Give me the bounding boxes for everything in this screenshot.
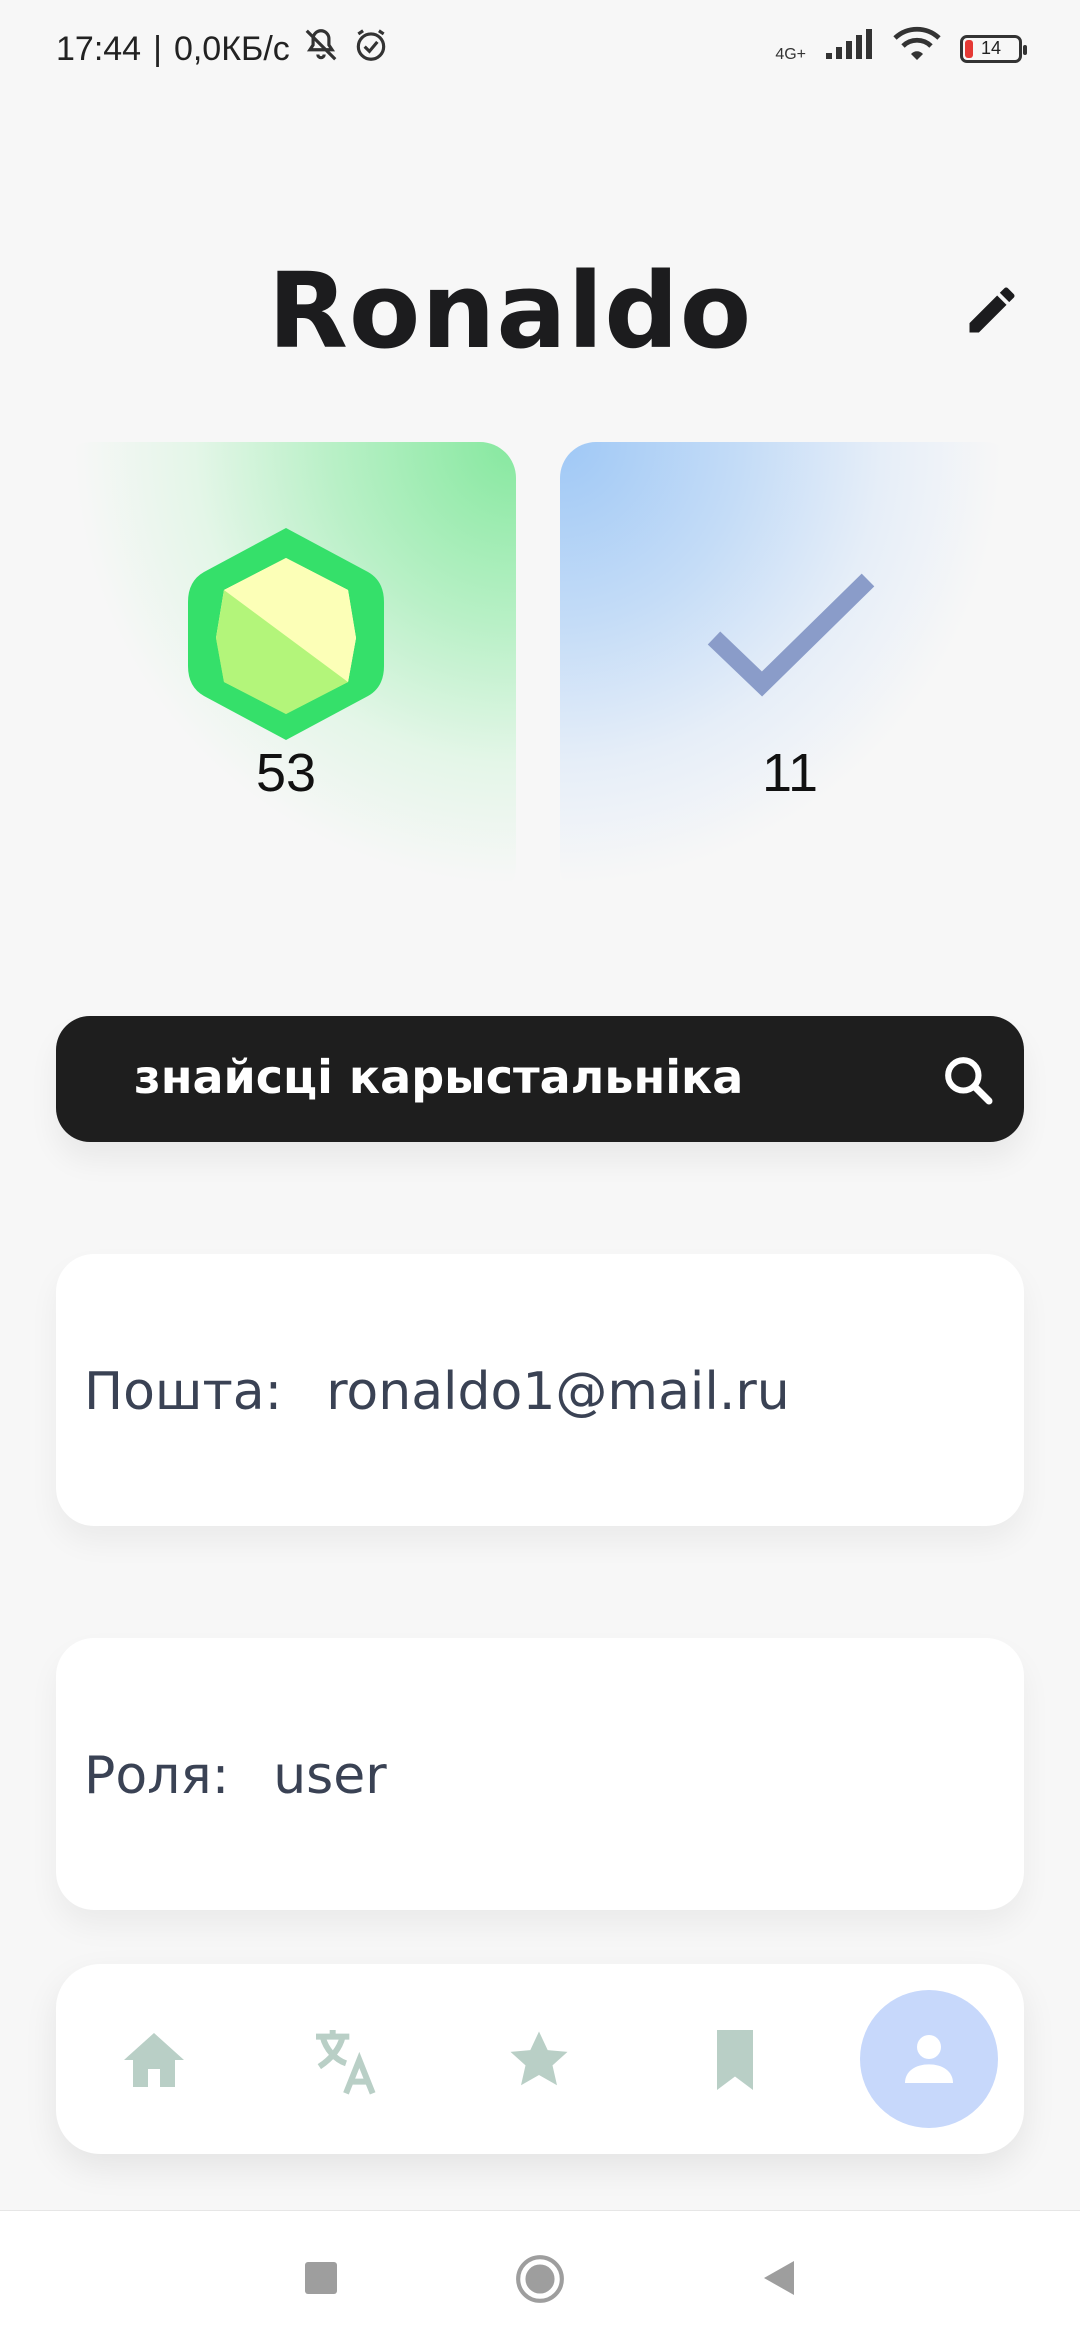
back-triangle-icon [764,2261,794,2295]
check-icon [707,573,875,697]
profile-name: Ronaldo [267,250,753,372]
battery-level: 14 [980,38,1002,58]
search-user-button[interactable]: знайсці карыстальніка [56,1016,1024,1142]
nav-home[interactable] [118,2024,190,2096]
square-icon [305,2262,337,2294]
circle-icon [516,2255,564,2303]
alarm-icon [352,26,390,73]
nav-favorites[interactable] [503,2024,575,2096]
email-value: ronaldo1@mail.ru [326,1362,790,1422]
search-icon [945,1057,993,1105]
status-separator: | [153,30,162,68]
bell-off-icon [302,26,340,73]
status-bar: 17:44 | 0,0КБ/с 4G+ 14 [0,0,1080,96]
star-icon [510,2031,568,2086]
status-right: 4G+ 14 [775,24,1027,73]
status-left: 17:44 | 0,0КБ/с [56,26,390,73]
correct-count: 11 [761,743,819,803]
email-row: Пошта: ronaldo1@mail.ru [84,1362,790,1422]
email-label: Пошта: [84,1362,283,1422]
bottom-nav [56,1964,1024,2154]
gems-count: 53 [255,743,317,803]
nav-translate[interactable] [306,2020,386,2100]
network-type-label: 4G+ [775,46,806,63]
system-back-button[interactable] [756,2253,806,2303]
status-time: 17:44 [56,30,142,68]
email-card: Пошта: ronaldo1@mail.ru [56,1254,1024,1526]
translate-icon [316,2030,376,2095]
correct-stat-card: 11 [560,442,1020,902]
person-icon [905,2035,953,2083]
signal-icon [824,27,874,70]
gems-stat-card: 53 [56,442,516,902]
search-user-label: знайсці карыстальніка [134,1050,744,1104]
gem-icon [188,528,384,740]
role-card: Роля: user [56,1638,1024,1910]
battery-icon: 14 [960,34,1027,63]
role-value: user [273,1746,387,1806]
bookmark-icon [717,2030,753,2090]
role-label: Роля: [84,1746,230,1806]
status-net-speed: 0,0КБ/с [173,30,290,68]
edit-profile-button[interactable] [962,280,1022,340]
home-icon [124,2033,184,2087]
nav-profile[interactable] [860,1990,998,2128]
role-row: Роля: user [84,1746,387,1806]
system-nav-bar [0,2210,1080,2341]
wifi-icon [892,24,942,73]
network-type: 4G+ [775,29,806,68]
system-home-button[interactable] [514,2253,564,2303]
nav-bookmarks[interactable] [699,2024,771,2096]
recent-apps-button[interactable] [296,2253,346,2303]
pencil-icon [969,287,1015,333]
